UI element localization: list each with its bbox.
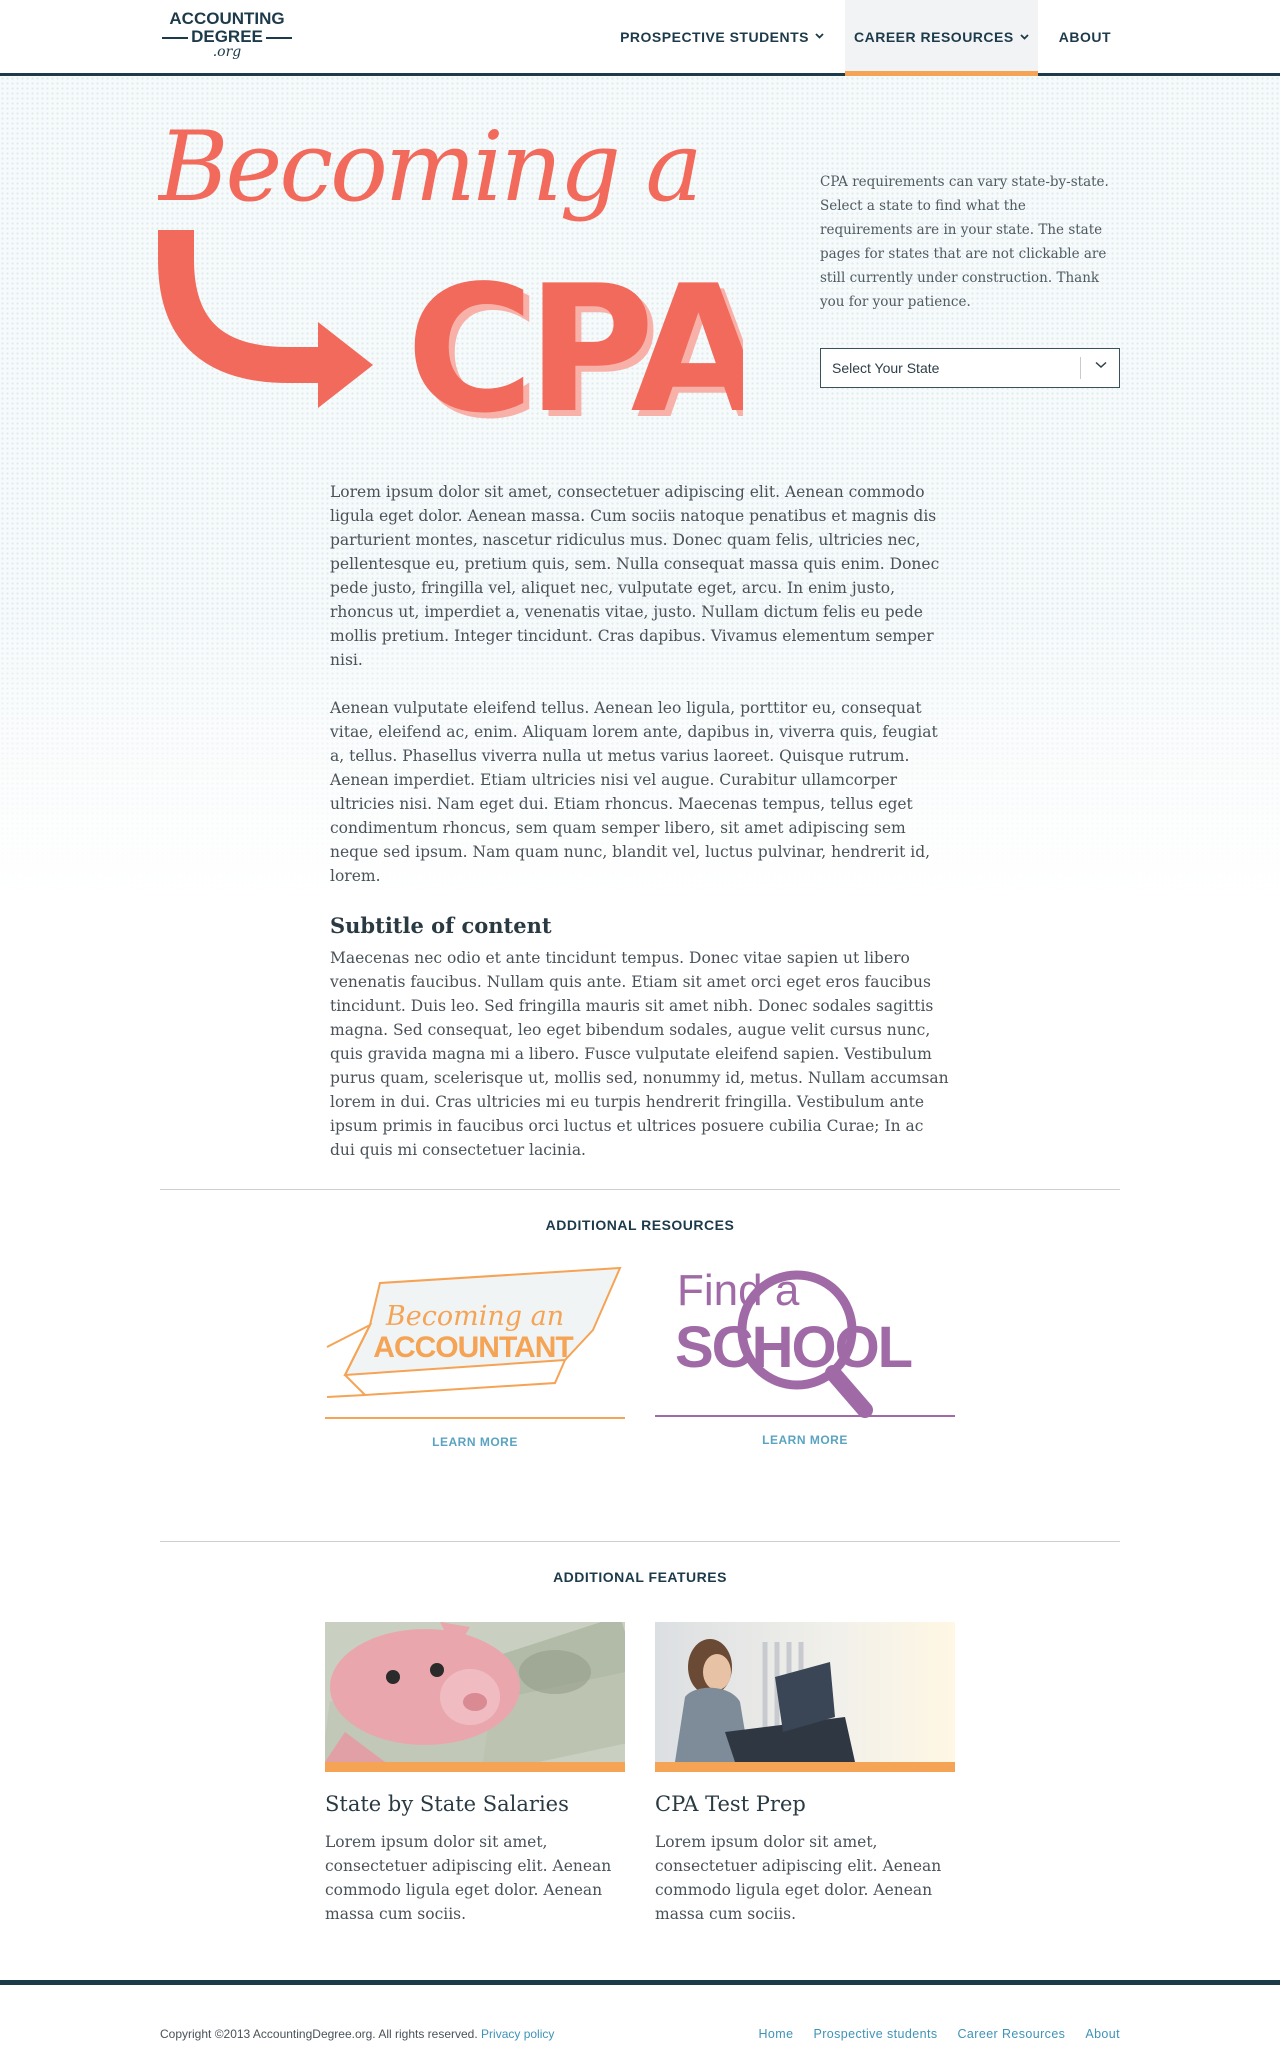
feature-accent-bar bbox=[655, 1762, 955, 1772]
divider bbox=[160, 1189, 1120, 1190]
resource-card-line-2: ACCOUNTANT bbox=[373, 1331, 573, 1364]
nav-label: ABOUT bbox=[1058, 28, 1111, 45]
chevron-down-icon bbox=[815, 31, 824, 42]
learn-more-link[interactable]: LEARN MORE bbox=[325, 1435, 625, 1449]
resource-card-line-1: Becoming an bbox=[385, 1301, 564, 1332]
nav-label: PROSPECTIVE STUDENTS bbox=[620, 28, 810, 45]
footer-link-career-resources[interactable]: Career Resources bbox=[958, 2027, 1066, 2041]
resource-card-accountant[interactable]: Becoming an ACCOUNTANT LEARN MORE bbox=[325, 1265, 625, 1465]
content-paragraph: Maecenas nec odio et ante tincidunt temp… bbox=[330, 949, 949, 1159]
footer-link-prospective-students[interactable]: Prospective students bbox=[813, 2027, 937, 2041]
resource-card-line-2: SCHOOL bbox=[675, 1315, 912, 1380]
content-paragraph: Aenean vulputate eleifend tellus. Aenean… bbox=[330, 699, 938, 885]
feature-title[interactable]: State by State Salaries bbox=[325, 1790, 625, 1818]
feature-text: Lorem ipsum dolor sit amet, consectetuer… bbox=[325, 1833, 612, 1923]
site-logo[interactable]: ACCOUNTING DEGREE .org bbox=[160, 10, 294, 66]
footer-link-home[interactable]: Home bbox=[759, 2027, 794, 2041]
site-footer: Copyright ©2013 AccountingDegree.org. Al… bbox=[0, 1980, 1280, 2070]
select-divider bbox=[1080, 357, 1081, 379]
main-nav: PROSPECTIVE STUDENTS CAREER RESOURCES AB… bbox=[611, 0, 1120, 76]
hero-title-line-1: Becoming a bbox=[158, 111, 700, 223]
divider bbox=[160, 1541, 1120, 1542]
arrow-icon bbox=[158, 230, 373, 408]
logo-line-3: .org bbox=[212, 44, 242, 60]
nav-about[interactable]: ABOUT bbox=[1050, 0, 1120, 73]
chevron-down-icon bbox=[1020, 32, 1029, 43]
feature-card-test-prep[interactable]: CPA Test Prep Lorem ipsum dolor sit amet… bbox=[655, 1622, 955, 1926]
feature-card-salaries[interactable]: State by State Salaries Lorem ipsum dolo… bbox=[325, 1622, 625, 1926]
feature-title[interactable]: CPA Test Prep bbox=[655, 1790, 955, 1818]
logo-line-1: ACCOUNTING bbox=[169, 9, 285, 28]
footer-link-about[interactable]: About bbox=[1085, 2027, 1120, 2041]
logo-line-2: DEGREE bbox=[160, 28, 294, 45]
piggy-bank-image[interactable] bbox=[325, 1622, 625, 1762]
state-select-dropdown[interactable]: Select Your State bbox=[820, 348, 1120, 388]
privacy-policy-link[interactable]: Privacy policy bbox=[481, 2027, 554, 2041]
hero-title-line-2: CPA bbox=[406, 249, 743, 420]
resource-underline bbox=[655, 1415, 955, 1417]
hero-title-art: Becoming a CPA CPA bbox=[158, 111, 743, 420]
chevron-down-icon bbox=[1095, 358, 1107, 372]
student-laptop-image[interactable] bbox=[655, 1622, 955, 1762]
becoming-accountant-graphic: Becoming an ACCOUNTANT bbox=[326, 1266, 622, 1398]
nav-career-resources[interactable]: CAREER RESOURCES bbox=[845, 0, 1038, 76]
feature-text: Lorem ipsum dolor sit amet, consectetuer… bbox=[655, 1833, 942, 1923]
main-content: Lorem ipsum dolor sit amet, consectetuer… bbox=[330, 480, 950, 1186]
learn-more-link[interactable]: LEARN MORE bbox=[655, 1433, 955, 1447]
nav-label: CAREER RESOURCES bbox=[854, 29, 1014, 45]
copyright-text: Copyright ©2013 AccountingDegree.org. Al… bbox=[160, 2027, 478, 2041]
copyright: Copyright ©2013 AccountingDegree.org. Al… bbox=[160, 2027, 554, 2041]
features-heading: ADDITIONAL FEATURES bbox=[553, 1569, 727, 1585]
resource-card-school[interactable]: Find a SCHOOL LEARN MORE bbox=[655, 1265, 955, 1465]
hero-description: CPA requirements can vary state-by-state… bbox=[820, 174, 1109, 310]
resource-underline bbox=[325, 1417, 625, 1419]
resources-heading: ADDITIONAL RESOURCES bbox=[545, 1217, 735, 1233]
content-paragraph: Lorem ipsum dolor sit amet, consectetuer… bbox=[330, 483, 940, 669]
content-subtitle: Subtitle of content bbox=[330, 913, 552, 938]
site-header: ACCOUNTING DEGREE .org PROSPECTIVE STUDE… bbox=[0, 0, 1280, 76]
footer-nav: Home Prospective students Career Resourc… bbox=[759, 2027, 1121, 2041]
nav-prospective-students[interactable]: PROSPECTIVE STUDENTS bbox=[611, 0, 833, 73]
state-select-value: Select Your State bbox=[832, 360, 940, 376]
feature-accent-bar bbox=[325, 1762, 625, 1772]
